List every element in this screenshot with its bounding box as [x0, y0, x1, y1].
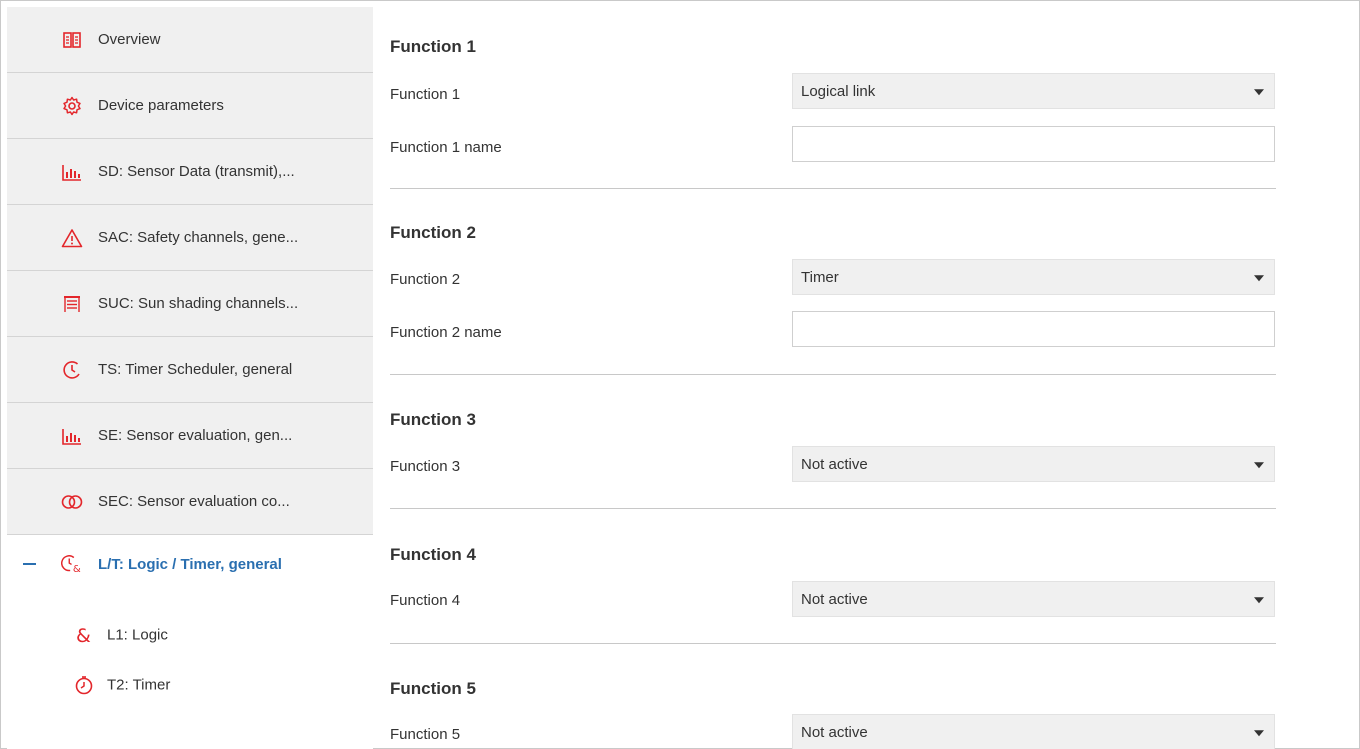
- function-2-name-input[interactable]: [792, 311, 1275, 347]
- sidebar-item-overview[interactable]: Overview: [7, 7, 373, 73]
- active-pointer: [24, 585, 42, 594]
- sidebar-item-sac-safety-channels[interactable]: SAC: Safety channels, gene...: [7, 205, 373, 271]
- sidebar-item-sd-sensor-data[interactable]: SD: Sensor Data (transmit),...: [7, 139, 373, 205]
- sidebar: Overview Device parameters SD: Sensor Da…: [7, 7, 373, 749]
- section-title-function-3: Function 3: [390, 410, 476, 429]
- sidebar-item-se-sensor-evaluation[interactable]: SE: Sensor evaluation, gen...: [7, 403, 373, 469]
- blind-icon: [61, 293, 83, 315]
- function-4-label: Function 4: [390, 592, 461, 609]
- gear-icon: [61, 95, 83, 117]
- bar-chart-icon: [61, 161, 83, 183]
- function-2-name-label: Function 2 name: [390, 324, 502, 341]
- section-title-function-1: Function 1: [390, 37, 476, 56]
- sidebar-subitem-t2-timer[interactable]: T2: Timer: [7, 665, 373, 705]
- sidebar-item-label: Overview: [98, 31, 161, 48]
- main-panel: Function 1 Function 1 Logical link Funct…: [374, 0, 1359, 749]
- dropdown-arrow-icon: [1254, 275, 1264, 282]
- function-1-select[interactable]: Logical link: [792, 73, 1275, 109]
- sidebar-item-lt-logic-timer[interactable]: & L/T: Logic / Timer, general: [7, 535, 373, 593]
- sidebar-item-label: SAC: Safety channels, gene...: [98, 229, 299, 246]
- section-title-function-5: Function 5: [390, 679, 476, 698]
- sidebar-item-sec-sensor-evaluation-co[interactable]: SEC: Sensor evaluation co...: [7, 469, 373, 535]
- function-3-select[interactable]: Not active: [792, 446, 1275, 482]
- dropdown-arrow-icon: [1254, 462, 1264, 469]
- clock-icon: [61, 359, 83, 381]
- section-title-function-2: Function 2: [390, 223, 476, 242]
- collapse-icon[interactable]: [23, 563, 36, 565]
- divider: [390, 374, 1276, 375]
- warning-icon: [61, 227, 83, 249]
- sidebar-subitem-label: L1: Logic: [107, 626, 168, 644]
- sidebar-item-label: SE: Sensor evaluation, gen...: [98, 427, 293, 444]
- divider: [390, 508, 1276, 509]
- section-title-function-4: Function 4: [390, 545, 476, 564]
- function-2-select[interactable]: Timer: [792, 259, 1275, 295]
- function-2-label: Function 2: [390, 271, 461, 288]
- sidebar-item-label: Device parameters: [98, 97, 224, 114]
- sidebar-item-label: SUC: Sun shading channels...: [98, 295, 299, 312]
- function-1-label: Function 1: [390, 86, 461, 103]
- function-4-select[interactable]: Not active: [792, 581, 1275, 617]
- select-value: Not active: [801, 590, 868, 608]
- function-3-label: Function 3: [390, 458, 461, 475]
- book-icon: [61, 29, 83, 51]
- ampersand-icon: &: [73, 624, 95, 646]
- sidebar-item-label: SEC: Sensor evaluation co...: [98, 493, 290, 510]
- sidebar-item-device-parameters[interactable]: Device parameters: [7, 73, 373, 139]
- sidebar-item-label: SD: Sensor Data (transmit),...: [98, 163, 295, 180]
- sidebar-item-suc-sun-shading[interactable]: SUC: Sun shading channels...: [7, 271, 373, 337]
- linked-circles-icon: [61, 491, 83, 513]
- stopwatch-icon: [73, 674, 95, 696]
- select-value: Not active: [801, 455, 868, 473]
- select-value: Not active: [801, 723, 868, 741]
- function-1-name-label: Function 1 name: [390, 139, 502, 156]
- dropdown-arrow-icon: [1254, 730, 1264, 737]
- svg-text:&: &: [73, 564, 81, 575]
- sidebar-subitem-l1-logic[interactable]: & L1: Logic: [7, 615, 373, 655]
- dropdown-arrow-icon: [1254, 89, 1264, 96]
- function-1-name-input[interactable]: [792, 126, 1275, 162]
- bar-chart-icon: [61, 425, 83, 447]
- svg-text:&: &: [76, 625, 91, 645]
- function-5-select[interactable]: Not active: [792, 714, 1275, 749]
- sidebar-item-label: TS: Timer Scheduler, general: [98, 361, 293, 378]
- select-value: Logical link: [801, 82, 876, 100]
- select-value: Timer: [801, 268, 839, 286]
- sidebar-item-ts-timer-scheduler[interactable]: TS: Timer Scheduler, general: [7, 337, 373, 403]
- sidebar-subitem-label: T2: Timer: [107, 676, 171, 694]
- sidebar-item-label: L/T: Logic / Timer, general: [98, 555, 282, 573]
- sidebar-subitems: & L1: Logic T2: Timer: [7, 593, 373, 749]
- clock-logic-icon: &: [61, 553, 83, 575]
- divider: [390, 643, 1276, 644]
- function-5-label: Function 5: [390, 726, 461, 743]
- dropdown-arrow-icon: [1254, 597, 1264, 604]
- divider: [390, 188, 1276, 189]
